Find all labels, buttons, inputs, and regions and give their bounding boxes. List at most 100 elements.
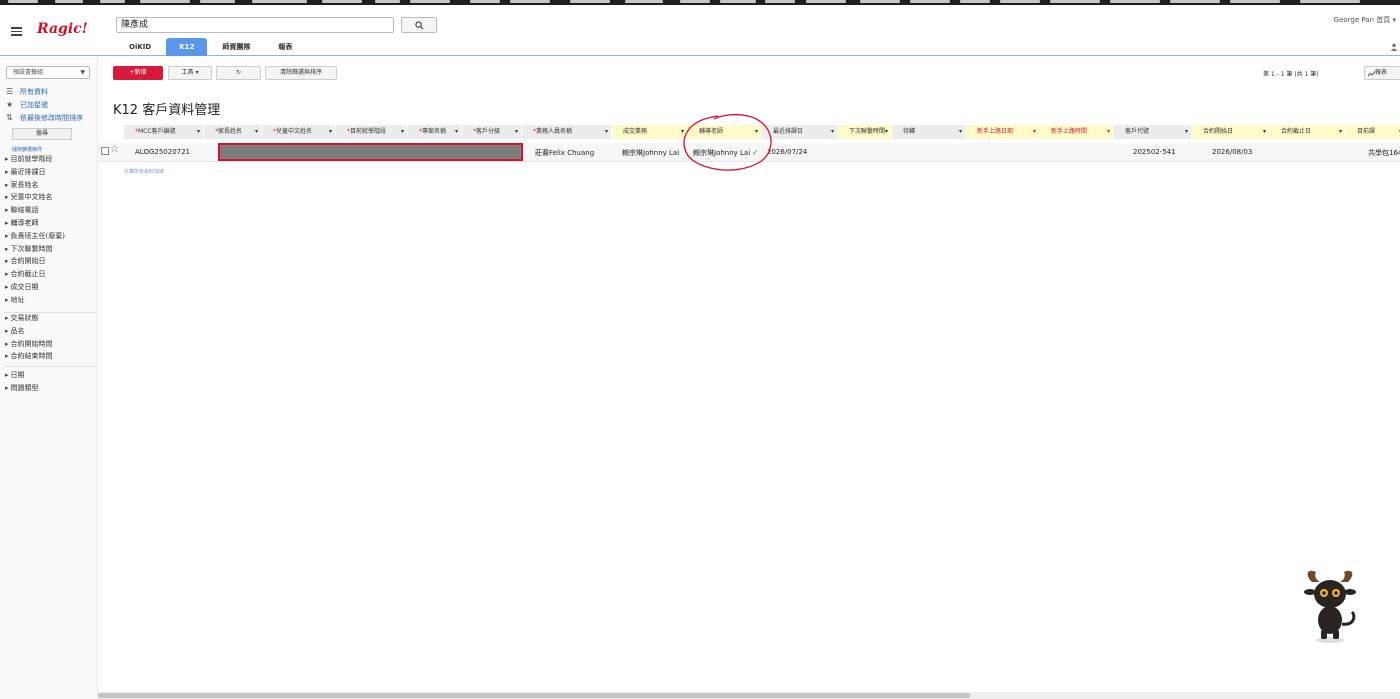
chevron-down-icon[interactable]: ▾	[197, 125, 200, 139]
sidebar-filter-item[interactable]: 輔導老師	[5, 218, 39, 228]
refresh-button[interactable]: ↻	[216, 66, 261, 80]
column-header-label: 下次聯繫時間	[849, 128, 886, 135]
app-logo[interactable]: Ragic!	[37, 21, 88, 37]
cell-mcc-id[interactable]: ALOG25020721	[135, 148, 190, 156]
column-header-label: 目前就學階段	[350, 128, 387, 135]
account-icon[interactable]	[1390, 43, 1398, 53]
sidebar-filter-item[interactable]: 地址	[5, 295, 25, 305]
tools-button[interactable]: 工具 ▾	[168, 66, 212, 80]
column-header[interactable]: 合約開始日 ▾	[1192, 125, 1270, 139]
column-header[interactable]: *目前就學階段 ▾	[336, 125, 408, 139]
chevron-down-icon[interactable]: ▾	[1185, 125, 1188, 139]
sidebar-filter-item[interactable]: 合約截止日	[5, 269, 46, 279]
sidebar-link-all[interactable]: ☰ 所有資料	[6, 87, 48, 97]
tab-reports[interactable]: 報表	[265, 38, 305, 56]
sidebar-filter-item[interactable]: 最近排課日	[5, 167, 46, 177]
column-header[interactable]: 新手上路日期 ▾	[966, 125, 1040, 139]
sidebar-link-starred[interactable]: ★ 已加星號	[6, 100, 48, 110]
column-header-label: MCC客戶編號	[138, 128, 176, 135]
column-header[interactable]: *業務人員名稱 ▾	[522, 125, 612, 139]
sidebar-link-sort-modified[interactable]: ⇅ 依最後修改時間排序	[6, 113, 83, 123]
chevron-down-icon[interactable]: ▾	[831, 125, 834, 139]
chevron-down-icon[interactable]: ▾	[1263, 125, 1266, 139]
sidebar-filter-item[interactable]: 品名	[5, 326, 25, 336]
scrollbar-thumb[interactable]	[98, 693, 970, 698]
column-header-label: 待轉	[903, 128, 916, 135]
sidebar-filter-item[interactable]: 負責班主任(廢棄)	[5, 231, 65, 241]
column-header[interactable]: 成交業務 ▾	[612, 125, 688, 139]
sidebar-filter-item[interactable]: 兒童中文姓名	[5, 192, 53, 202]
row-checkbox[interactable]	[101, 147, 109, 155]
tab-teachers[interactable]: 師資團隊	[209, 38, 263, 56]
global-search-input[interactable]: 陳彥成	[116, 17, 394, 33]
column-header-label: 兒童中文姓名	[276, 128, 313, 135]
column-header-label: 家長姓名	[218, 128, 243, 135]
cell-deal-sales[interactable]: 賴宗琳Johnny Lai	[622, 148, 679, 158]
chart-icon	[1368, 71, 1375, 77]
mascot-goat-icon	[1304, 570, 1356, 643]
sidebar-filter-item[interactable]: 下次聯繫時間	[5, 244, 53, 254]
sidebar-filter-item[interactable]: 交易狀態	[5, 313, 39, 323]
column-header[interactable]: *兒童中文姓名 ▾	[262, 125, 336, 139]
chevron-down-icon[interactable]: ▾	[401, 125, 404, 139]
sidebar-filter-item[interactable]: 聯絡電話	[5, 205, 39, 215]
table-sum-note[interactable]: 計算所有資料加總	[124, 168, 164, 175]
report-label: 報表	[1375, 69, 1388, 76]
search-button[interactable]	[401, 17, 437, 33]
column-header-label: 合約開始日	[1203, 128, 1234, 135]
chevron-down-icon[interactable]: ▾	[515, 125, 518, 139]
sidebar-filter-item[interactable]: 目前就學階段	[5, 154, 53, 164]
chevron-down-icon[interactable]: ▾	[1033, 125, 1036, 139]
column-header[interactable]: *MCC客戶編號 ▾	[124, 125, 204, 139]
chevron-down-icon[interactable]: ▾	[1339, 125, 1342, 139]
sidebar-filter-item[interactable]: 成交日期	[5, 282, 39, 292]
column-header[interactable]: 客戶代號 ▾	[1114, 125, 1192, 139]
column-header[interactable]: 合約截止日 ▾	[1270, 125, 1346, 139]
view-select-value: 預設書籤組	[13, 69, 44, 76]
sidebar-filter-item[interactable]: 合約開始日	[5, 256, 46, 266]
chevron-down-icon[interactable]: ▾	[1107, 125, 1110, 139]
sidebar-filter-item[interactable]: 日期	[5, 370, 25, 380]
chevron-down-icon[interactable]: ▾	[455, 125, 458, 139]
new-record-button[interactable]: +新增	[113, 66, 163, 80]
chevron-down-icon[interactable]: ▾	[605, 125, 608, 139]
user-menu[interactable]: George Pan 首頁 ▾	[1334, 15, 1396, 25]
report-button[interactable]: 報表	[1364, 66, 1400, 80]
sidebar-filter-item[interactable]: 合約結束時間	[5, 351, 53, 361]
chevron-down-icon: ▼	[80, 69, 85, 76]
annotation-circle	[683, 113, 772, 171]
column-header[interactable]: 待轉 ▾	[892, 125, 966, 139]
cell-sales-person[interactable]: 莊蕎Felix Chuang	[535, 148, 594, 158]
tab-oikid[interactable]: OiKID	[116, 38, 164, 56]
sidebar-filter-item[interactable]: 家長姓名	[5, 180, 39, 190]
column-header[interactable]: 目前課▾	[1346, 125, 1400, 139]
redacted-cells	[218, 143, 523, 161]
left-sidebar: 預設書籤組 ▼ ☰ 所有資料 ★ 已加星號 ⇅ 依最後修改時間排序 搜尋 儲存篩選條件…	[0, 57, 98, 699]
save-filter-link[interactable]: 儲存篩選條件	[12, 146, 42, 153]
column-header[interactable]: *專案名稱 ▾	[408, 125, 462, 139]
column-header-label: 新手上路時間	[1051, 128, 1088, 135]
view-select[interactable]: 預設書籤組 ▼	[6, 66, 90, 79]
column-header[interactable]: *客戶分級 ▾	[462, 125, 522, 139]
sidebar-filter-item[interactable]: 合約開始時間	[5, 339, 53, 349]
column-header[interactable]: 新手上路時間 ▾	[1040, 125, 1114, 139]
column-header-label: 新手上路日期	[977, 128, 1014, 135]
chevron-down-icon[interactable]: ▾	[329, 125, 332, 139]
sidebar-search-button[interactable]: 搜尋	[12, 128, 72, 140]
sidebar-filter-item[interactable]: 問題類型	[5, 383, 39, 393]
clear-filter-sort-button[interactable]: 清除篩選與排序	[265, 66, 337, 80]
column-header[interactable]: *家長姓名 ▾	[204, 125, 262, 139]
horizontal-scrollbar[interactable]	[98, 692, 1400, 699]
cell-contract-start[interactable]: 2026/08/03	[1212, 148, 1252, 156]
star-icon: ★	[6, 100, 14, 109]
chevron-down-icon[interactable]: ▾	[959, 125, 962, 139]
chevron-down-icon[interactable]: ▾	[255, 125, 258, 139]
star-icon[interactable]: ☆	[110, 144, 119, 155]
chevron-down-icon[interactable]: ▾	[885, 125, 888, 139]
menu-icon[interactable]	[11, 27, 22, 36]
cell-customer-code[interactable]: 202502-541	[1133, 148, 1176, 156]
column-header-label: 客戶代號	[1125, 128, 1150, 135]
column-header[interactable]: 下次聯繫時間 ▾	[838, 125, 892, 139]
cell-current-course[interactable]: 共學包164	[1368, 148, 1400, 158]
tab-k12[interactable]: K12	[166, 38, 208, 56]
